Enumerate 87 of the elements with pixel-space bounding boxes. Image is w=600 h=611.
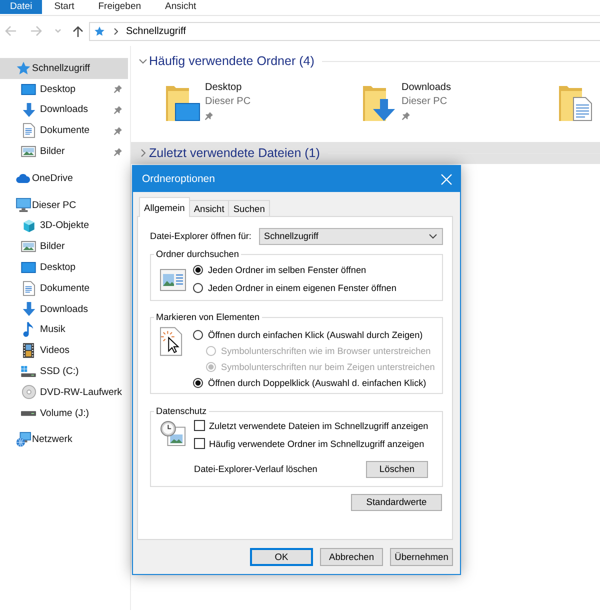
window-icon [160,268,186,290]
dialog-button[interactable]: Abbrechen [320,548,383,566]
radio-button[interactable] [193,264,203,274]
document-icon [22,123,34,138]
nav-item[interactable]: Downloads [0,298,128,320]
checkbox[interactable] [194,438,205,449]
nav-item[interactable]: Dieser PC [0,194,128,216]
screen-icon [21,84,36,95]
checkbox-option[interactable]: Zuletzt verwendete Dateien im Schnellzugriff anzeigen [194,418,428,434]
radio-button[interactable] [193,282,203,292]
document-icon [22,280,34,296]
dialog-tab[interactable]: Allgemein [139,197,190,217]
nav-item[interactable]: DVD-RW-Laufwerk [0,382,128,403]
drive-icon [21,366,36,378]
network-icon [16,432,31,448]
ribbon-tab[interactable]: Freigeben [86,0,154,14]
address-bar[interactable]: Schnellzugriff [89,22,600,40]
ribbon-tab[interactable]: Start [42,0,86,14]
up-arrow-icon[interactable] [73,26,83,36]
nav-item[interactable]: Dokumente [0,278,128,299]
checkbox-option[interactable]: Häufig verwendete Ordner im Schnellzugriff anzeigen [194,436,424,452]
folder-screen-icon[interactable] [166,85,200,121]
cube-icon [22,218,36,233]
folder-document-icon[interactable] [559,85,593,121]
drive-icon [21,410,36,416]
monitor-icon [16,198,31,212]
ribbon-tab[interactable]: Ansicht [153,0,208,14]
nav-item[interactable]: Volume (J:) [0,402,128,424]
radio-option[interactable]: Öffnen durch einfachen Klick (Auswahl durch Zeigen) [193,326,423,342]
document-cursor-icon [160,327,183,356]
picture-icon [21,241,36,252]
folder-down-arrow-icon[interactable] [362,85,396,121]
nav-item[interactable]: Desktop [0,78,128,100]
checkbox[interactable] [194,420,205,431]
nav-item[interactable]: Videos [0,340,128,362]
nav-item[interactable]: 3D-Objekte [0,216,128,236]
star-icon [94,26,105,36]
folder-name[interactable]: Desktop [205,81,242,95]
defaults-button[interactable]: Standardwerte [351,494,442,510]
picture-icon [21,146,36,158]
folder-location: Dieser PC [402,95,448,109]
clear-button[interactable]: Löschen [366,460,428,478]
disc-icon [22,385,36,400]
chevron-right-icon[interactable] [114,28,118,34]
group-title: Ordner durchsuchen [155,249,240,260]
dialog-button[interactable]: Übernehmen [390,548,453,566]
field-label: Datei-Explorer öffnen für: [150,231,252,241]
breadcrumb-item[interactable]: Schnellzugriff [126,26,186,36]
dialog-tab[interactable]: Suchen [228,200,270,216]
radio-option[interactable]: Jeden Ordner im selben Fenster öffnen [193,262,366,278]
dialog-button[interactable]: OK [250,548,313,566]
folder-location: Dieser PC [205,95,251,109]
star-icon [16,60,31,76]
down-arrow-icon [22,102,36,117]
radio-option[interactable]: Öffnen durch Doppelklick (Auswahl d. einfachen Klick) [193,374,426,390]
nav-item[interactable]: Downloads [0,100,128,120]
music-note-icon [23,322,34,338]
folder-name[interactable]: Downloads [402,81,451,95]
section-header[interactable]: Häufig verwendete Ordner (4) [131,50,600,72]
down-arrow-icon [22,302,36,316]
group-title: Datenschutz [155,406,208,417]
cloud-icon [16,174,31,183]
group-title: Markieren von Elementen [155,312,261,323]
screen-icon [21,262,36,274]
clear-history-label: Datei-Explorer-Verlauf löschen [194,464,318,474]
nav-item[interactable]: Bilder [0,141,128,162]
close-icon[interactable] [441,174,452,184]
nav-item[interactable]: Schnellzugriff [0,58,128,79]
section-header[interactable]: Zuletzt verwendete Dateien (1) [131,142,600,164]
dialog-title: Ordneroptionen [142,173,215,185]
film-strip-icon [23,343,34,358]
chevron-down-icon [139,58,147,64]
file-tab[interactable]: Datei [0,0,42,14]
clock-document-icon [160,421,186,446]
nav-item[interactable]: OneDrive [0,168,128,189]
nav-item[interactable]: Netzwerk [0,430,128,450]
radio-option[interactable]: Jeden Ordner in einem eigenen Fenster öffnen [193,280,396,296]
nav-item[interactable]: Bilder [0,236,128,258]
radio-button[interactable] [193,378,203,388]
dropdown[interactable]: Schnellzugriff [259,228,443,244]
nav-item[interactable]: Musik [0,320,128,340]
nav-item[interactable]: Desktop [0,257,128,278]
chevron-down-icon [429,234,437,238]
nav-item[interactable]: Dokumente [0,120,128,142]
nav-item[interactable]: SSD (C:) [0,361,128,382]
chevron-right-icon [140,149,146,157]
radio-button[interactable] [193,330,203,340]
